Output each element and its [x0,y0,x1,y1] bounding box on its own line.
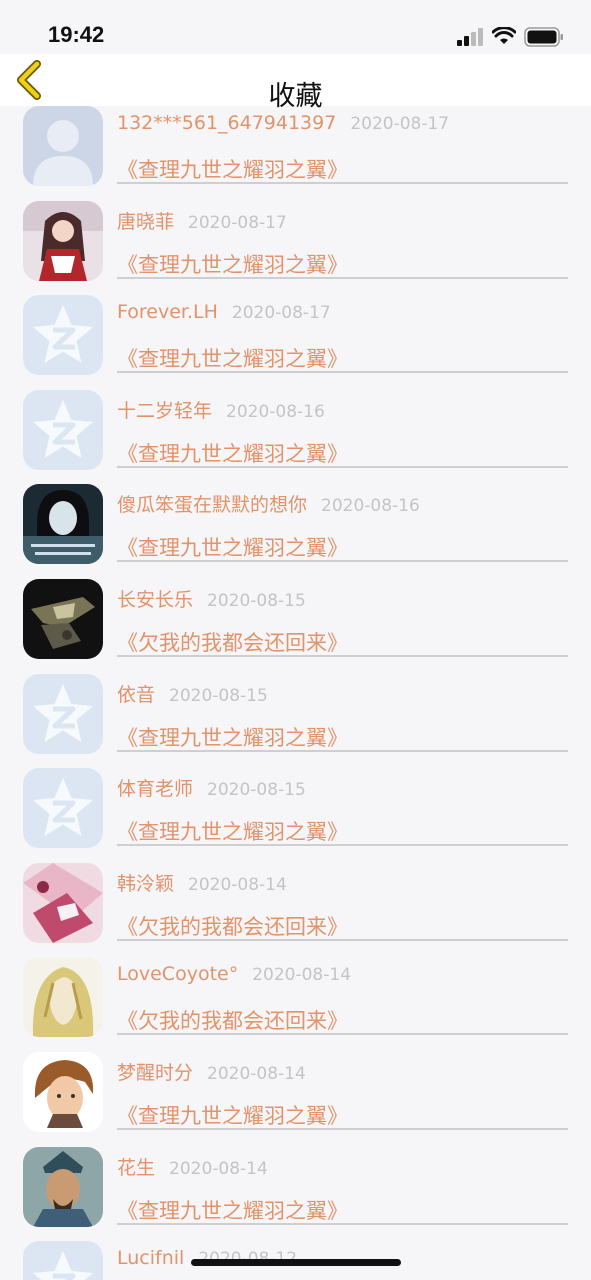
qzone-star-icon [23,768,103,849]
list-item[interactable]: 唐晓菲 2020-08-17 《查理九世之耀羽之翼》 [0,200,591,296]
username[interactable]: 长安长乐 [117,589,193,611]
divider [117,560,568,563]
avatar[interactable] [23,1052,103,1132]
date-label: 2020-08-17 [350,114,450,134]
username[interactable]: 体育老师 [117,778,193,800]
qzone-star-icon [23,1241,103,1280]
user-line: Forever.LH 2020-08-17 [117,301,331,323]
story-title-link[interactable]: 《欠我的我都会还回来》 [117,627,348,657]
date-label: 2020-08-14 [188,874,287,895]
qzone-star-icon [23,295,103,376]
divider [117,371,568,374]
list-item[interactable]: 韩泠颖 2020-08-14 《欠我的我都会还回来》 [0,862,591,958]
divider [117,1222,568,1225]
username[interactable]: 韩泠颖 [117,873,174,895]
list-item[interactable]: 依音 2020-08-15 《查理九世之耀羽之翼》 [0,673,591,769]
username[interactable]: 梦醒时分 [117,1062,193,1084]
story-title-link[interactable]: 《欠我的我都会还回来》 [117,1005,348,1035]
divider [117,1033,568,1036]
date-label: 2020-08-14 [207,1064,306,1084]
favorites-list: 132***561_647941397 2020-08-17 《查理九世之耀羽之翼》… [0,106,591,1280]
avatar[interactable] [23,1241,103,1280]
user-line: 唐晓菲 2020-08-17 [117,207,287,234]
divider [117,182,568,184]
user-line: 132***561_647941397 2020-08-17 [117,112,449,134]
username[interactable]: 132***561_647941397 [117,112,336,134]
story-title-link[interactable]: 《查理九世之耀羽之翼》 [117,343,348,373]
user-line: 花生 2020-08-14 [117,1153,268,1180]
user-line: 长安长乐 2020-08-15 [117,585,306,612]
list-item[interactable]: 长安长乐 2020-08-15 《欠我的我都会还回来》 [0,579,591,674]
username[interactable]: 十二岁轻年 [117,400,212,422]
username[interactable]: LoveCoyote° [117,963,238,985]
signal-icon [457,28,483,46]
list-item[interactable]: 132***561_647941397 2020-08-17 《查理九世之耀羽之翼》 [0,106,591,201]
user-line: 梦醒时分 2020-08-14 [117,1058,306,1085]
divider [117,844,568,847]
battery-icon [524,27,563,47]
avatar[interactable] [23,200,103,281]
date-label: 2020-08-17 [188,212,287,233]
username[interactable]: 依音 [117,684,155,706]
divider [117,465,568,468]
story-title-link[interactable]: 《查理九世之耀羽之翼》 [117,438,348,468]
list-item[interactable]: 体育老师 2020-08-15 《查理九世之耀羽之翼》 [0,768,591,863]
username[interactable]: 傻瓜笨蛋在默默的想你 [117,494,307,516]
story-title-link[interactable]: 《查理九世之耀羽之翼》 [117,532,348,562]
avatar[interactable] [23,957,103,1038]
date-label: 2020-08-15 [207,780,306,801]
avatar[interactable] [23,389,103,470]
user-line: 依音 2020-08-15 [117,680,268,707]
date-label: 2020-08-17 [231,303,331,324]
date-label: 2020-08-15 [169,685,268,706]
date-label: 2020-08-15 [207,591,306,611]
username[interactable]: 花生 [117,1157,155,1179]
list-item[interactable]: Forever.LH 2020-08-17 《查理九世之耀羽之翼》 [0,295,591,390]
user-line: LoveCoyote° 2020-08-14 [117,963,351,985]
qzone-star-icon [23,673,103,754]
date-label: 2020-08-14 [252,965,352,986]
status-bar: 19:42 [0,0,591,54]
story-title-link[interactable]: 《查理九世之耀羽之翼》 [117,1195,348,1225]
username[interactable]: Lucifnil [117,1247,184,1269]
list-item[interactable]: 花生 2020-08-14 《查理九世之耀羽之翼》 [0,1146,591,1242]
avatar[interactable] [23,673,103,754]
story-title-link[interactable]: 《查理九世之耀羽之翼》 [117,816,348,846]
date-label: 2020-08-14 [169,1158,268,1179]
avatar[interactable] [23,862,103,943]
avatar[interactable] [23,579,103,659]
date-label: 2020-08-16 [321,496,420,517]
nav-bar: 收藏 [0,54,591,112]
avatar[interactable] [23,106,103,186]
avatar[interactable] [23,1146,103,1227]
user-line: 体育老师 2020-08-15 [117,774,306,801]
story-title-link[interactable]: 《查理九世之耀羽之翼》 [117,1100,348,1130]
divider [117,749,568,752]
list-item[interactable]: 梦醒时分 2020-08-14 《查理九世之耀羽之翼》 [0,1052,591,1147]
story-title-link[interactable]: 《查理九世之耀羽之翼》 [117,249,348,279]
wifi-icon [492,27,516,44]
user-line: 傻瓜笨蛋在默默的想你 2020-08-16 [117,490,420,517]
list-item[interactable]: 傻瓜笨蛋在默默的想你 2020-08-16 《查理九世之耀羽之翼》 [0,484,591,579]
list-item[interactable]: LoveCoyote° 2020-08-14 《欠我的我都会还回来》 [0,957,591,1052]
divider [117,655,568,657]
story-title-link[interactable]: 《欠我的我都会还回来》 [117,911,348,941]
status-time: 19:42 [48,22,105,47]
username[interactable]: 唐晓菲 [117,211,174,233]
qzone-star-icon [23,389,103,470]
username[interactable]: Forever.LH [117,301,218,323]
home-indicator[interactable] [191,1259,401,1266]
story-title-link[interactable]: 《查理九世之耀羽之翼》 [117,722,348,752]
story-title-link[interactable]: 《查理九世之耀羽之翼》 [117,154,348,184]
user-line: 十二岁轻年 2020-08-16 [117,396,325,423]
avatar[interactable] [23,768,103,849]
divider [117,276,568,279]
list-item[interactable]: 十二岁轻年 2020-08-16 《查理九世之耀羽之翼》 [0,389,591,485]
avatar[interactable] [23,295,103,376]
avatar[interactable] [23,484,103,565]
divider [117,938,568,941]
divider [117,1128,568,1130]
date-label: 2020-08-16 [226,401,325,422]
user-line: 韩泠颖 2020-08-14 [117,869,287,896]
